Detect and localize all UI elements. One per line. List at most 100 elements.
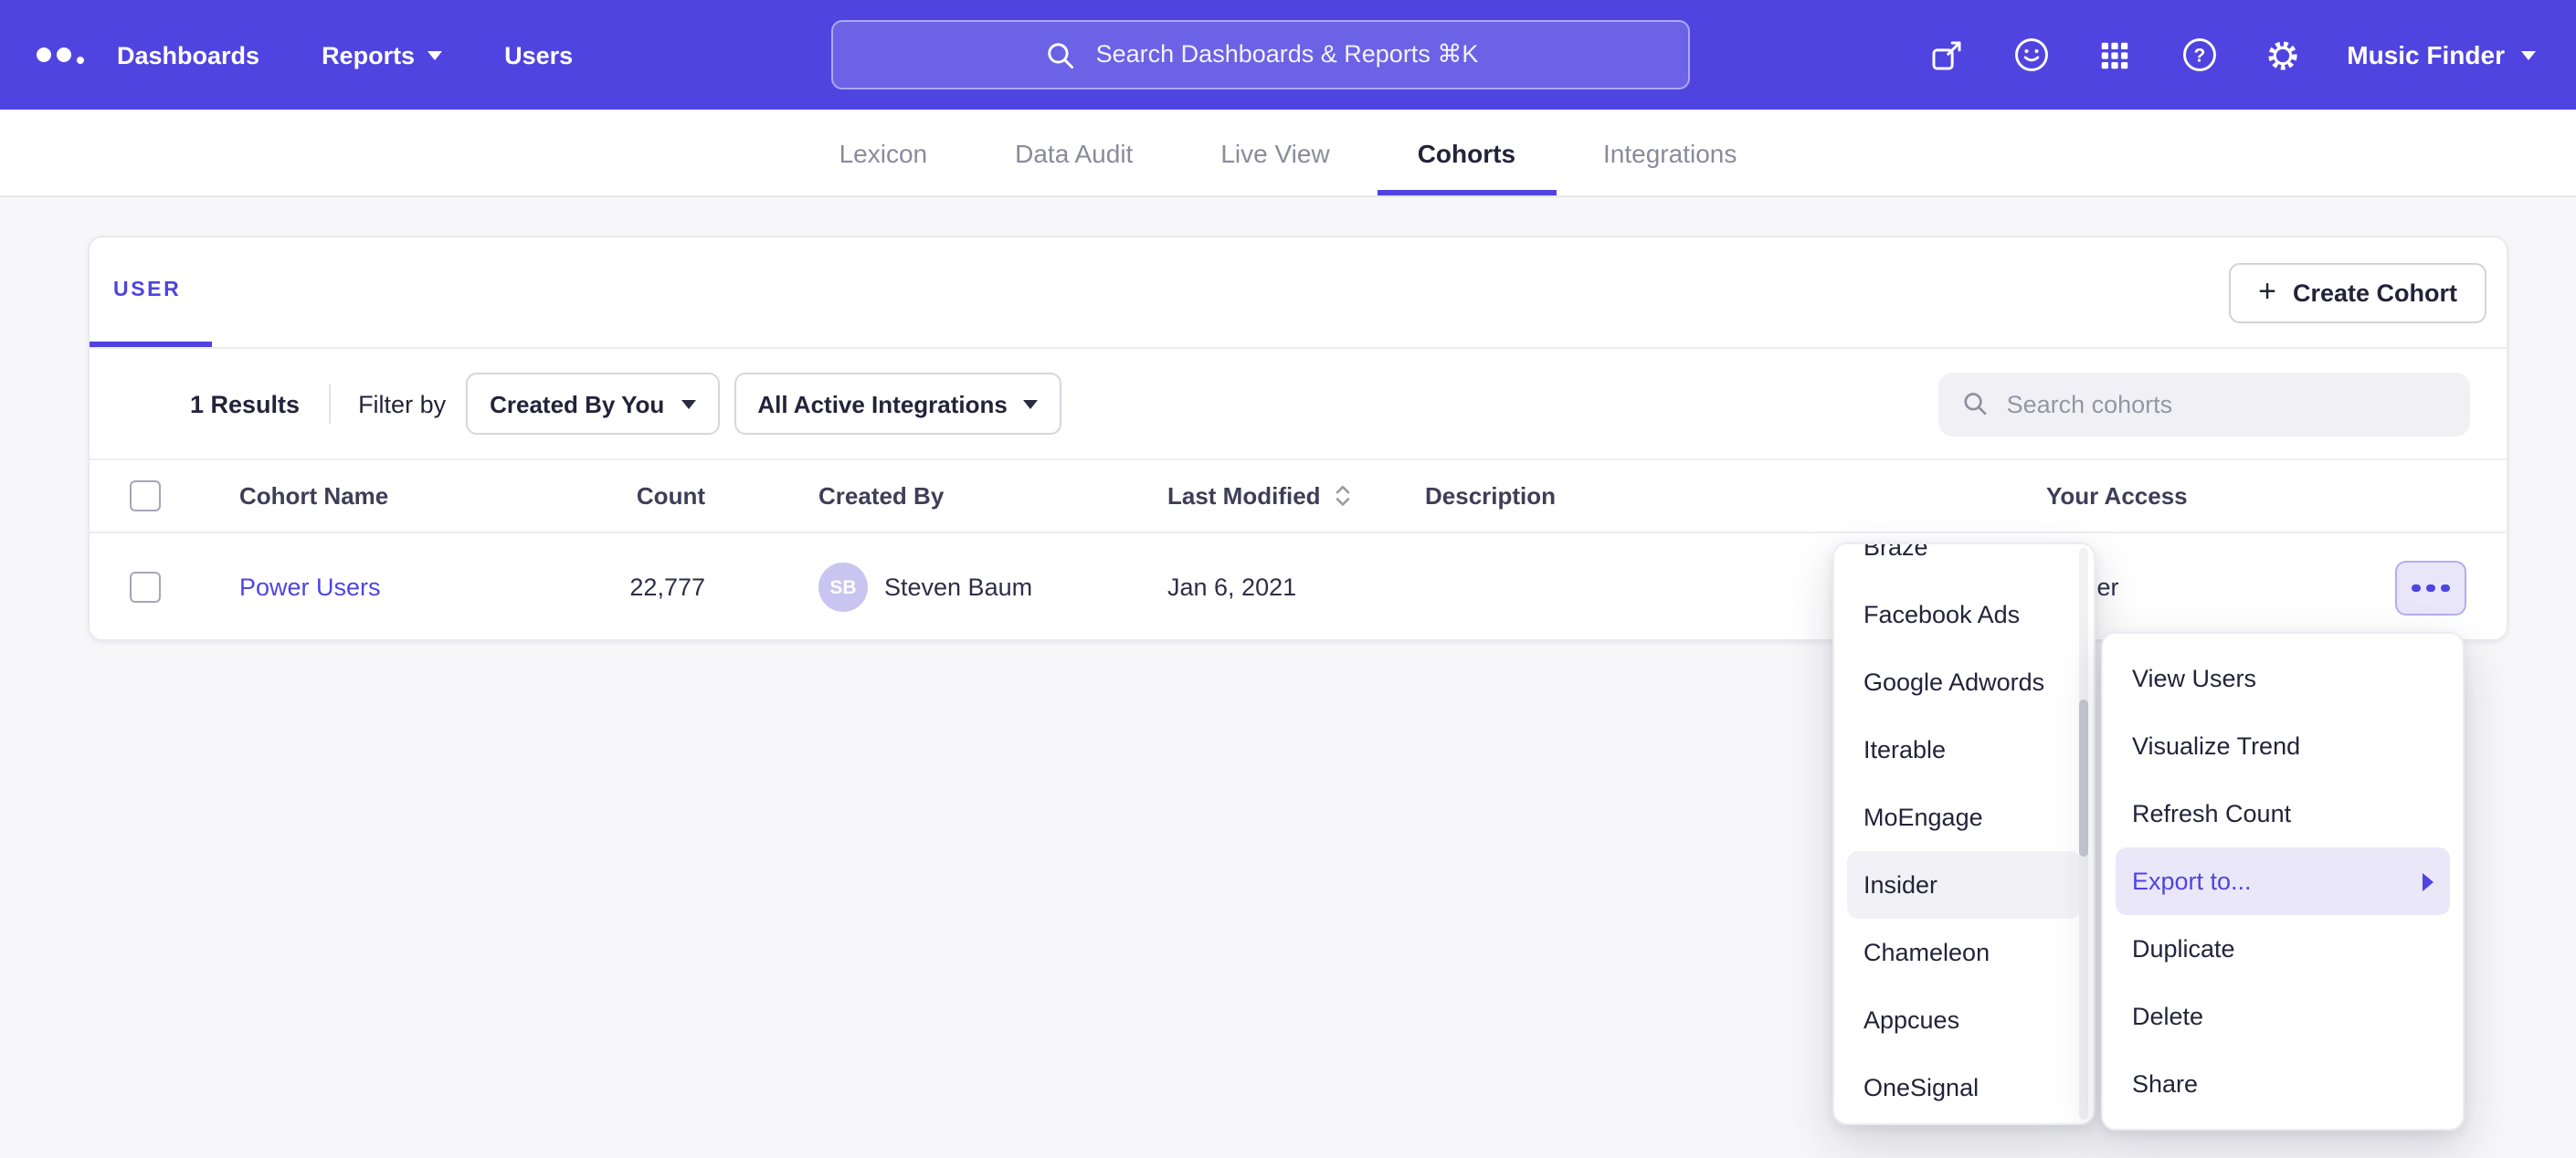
avatar: SB bbox=[818, 563, 868, 612]
nav-item-reports[interactable]: Reports bbox=[322, 41, 442, 68]
menu-item-label: Delete bbox=[2132, 1003, 2203, 1030]
column-header-description: Description bbox=[1425, 460, 1556, 532]
menu-item-delete[interactable]: Delete bbox=[2116, 983, 2450, 1050]
menu-item-iterable[interactable]: Iterable bbox=[1847, 716, 2081, 784]
column-header-count: Count bbox=[510, 460, 705, 532]
menu-item-label: View Users bbox=[2132, 665, 2256, 692]
app-root: Dashboards Reports Users Search Dashboar… bbox=[0, 0, 2576, 1158]
account-name: Music Finder bbox=[2347, 40, 2505, 69]
submenu-scrollbar-track[interactable] bbox=[2079, 548, 2088, 1120]
menu-item-view-users[interactable]: View Users bbox=[2116, 645, 2450, 712]
cohorts-card: USER + Create Cohort 1 Results Filter by… bbox=[88, 236, 2508, 641]
export-data-icon[interactable] bbox=[1927, 35, 1967, 75]
global-search-placeholder: Search Dashboards & Reports ⌘K bbox=[1096, 40, 1479, 69]
created-by-name: Steven Baum bbox=[884, 574, 1032, 601]
menu-item-facebook-ads[interactable]: Facebook Ads bbox=[1847, 581, 2081, 648]
submenu-scrollbar-thumb[interactable] bbox=[2079, 700, 2088, 857]
menu-item-label: Facebook Ads bbox=[1863, 601, 2020, 628]
nav-item-label: Dashboards bbox=[117, 41, 259, 68]
create-cohort-label: Create Cohort bbox=[2293, 279, 2457, 307]
menu-item-label: Share bbox=[2132, 1070, 2198, 1098]
tab-lexicon[interactable]: Lexicon bbox=[836, 110, 932, 195]
menu-item-visualize-trend[interactable]: Visualize Trend bbox=[2116, 712, 2450, 780]
dropdown-label: All Active Integrations bbox=[757, 390, 1008, 417]
section-tabs: Lexicon Data Audit Live View Cohorts Int… bbox=[0, 110, 2576, 197]
integrations-filter-dropdown[interactable]: All Active Integrations bbox=[734, 373, 1062, 435]
tab-label: USER bbox=[113, 279, 181, 300]
menu-item-moengage[interactable]: MoEngage bbox=[1847, 784, 2081, 851]
sort-icon[interactable] bbox=[1332, 482, 1354, 510]
chevron-down-icon bbox=[428, 50, 442, 59]
cohort-name-link[interactable]: Power Users bbox=[239, 574, 381, 601]
nav-item-label: Users bbox=[504, 41, 573, 68]
search-icon bbox=[1960, 387, 1990, 420]
chevron-down-icon bbox=[681, 399, 695, 408]
tab-label: Integrations bbox=[1603, 138, 1737, 167]
menu-item-export-to[interactable]: Export to... bbox=[2116, 847, 2450, 915]
menu-item-label: Iterable bbox=[1863, 736, 1946, 763]
export-to-submenu: Braze Facebook Ads Google Adwords Iterab… bbox=[1832, 542, 2096, 1125]
tab-live-view[interactable]: Live View bbox=[1217, 110, 1333, 195]
menu-item-label: Duplicate bbox=[2132, 935, 2235, 963]
search-icon bbox=[1043, 37, 1078, 72]
last-modified-date: Jan 6, 2021 bbox=[1167, 533, 1296, 641]
settings-icon[interactable] bbox=[2263, 35, 2303, 75]
menu-item-label: Refresh Count bbox=[2132, 800, 2291, 827]
svg-text:?: ? bbox=[2193, 46, 2205, 67]
chevron-down-icon bbox=[1024, 399, 1039, 408]
dropdown-label: Created By You bbox=[490, 390, 664, 417]
created-by-filter-dropdown[interactable]: Created By You bbox=[466, 373, 719, 435]
tab-user-cohorts[interactable]: USER bbox=[90, 237, 212, 347]
menu-item-label: Google Adwords bbox=[1863, 668, 2044, 696]
menu-item-label: Appcues bbox=[1863, 1006, 1959, 1034]
menu-item-label: MoEngage bbox=[1863, 804, 1983, 831]
apps-grid-icon[interactable] bbox=[2095, 35, 2135, 75]
tab-label: Cohorts bbox=[1418, 138, 1515, 167]
nav-item-label: Reports bbox=[322, 41, 415, 68]
cohort-count: 22,777 bbox=[510, 533, 705, 641]
tab-label: Lexicon bbox=[839, 138, 928, 167]
top-right-controls: ? Music Finder bbox=[1927, 35, 2536, 75]
menu-item-label: Chameleon bbox=[1863, 939, 1990, 966]
tab-data-audit[interactable]: Data Audit bbox=[1011, 110, 1136, 195]
column-header-your-access: Your Access bbox=[2046, 460, 2188, 532]
menu-item-google-adwords[interactable]: Google Adwords bbox=[1847, 648, 2081, 716]
select-all-checkbox[interactable] bbox=[130, 480, 161, 511]
column-header-last-modified: Last Modified bbox=[1167, 482, 1321, 510]
help-icon[interactable]: ? bbox=[2179, 35, 2219, 75]
menu-item-duplicate[interactable]: Duplicate bbox=[2116, 915, 2450, 983]
results-count: 1 Results bbox=[190, 390, 300, 417]
menu-item-label: Visualize Trend bbox=[2132, 732, 2300, 760]
menu-item-insider[interactable]: Insider bbox=[1847, 851, 2081, 919]
table-row: Power Users 22,777 SB Steven Baum Jan 6,… bbox=[90, 533, 2507, 641]
plus-icon: + bbox=[2258, 273, 2276, 310]
nav-item-users[interactable]: Users bbox=[504, 41, 573, 68]
export-to-submenu-list: Braze Facebook Ads Google Adwords Iterab… bbox=[1834, 542, 2094, 1121]
row-checkbox[interactable] bbox=[130, 572, 161, 603]
tab-label: Data Audit bbox=[1015, 138, 1133, 167]
cohort-search-field[interactable] bbox=[1938, 372, 2470, 436]
global-search[interactable]: Search Dashboards & Reports ⌘K bbox=[831, 20, 1690, 89]
tab-label: Live View bbox=[1220, 138, 1329, 167]
tab-integrations[interactable]: Integrations bbox=[1599, 110, 1740, 195]
account-menu[interactable]: Music Finder bbox=[2347, 40, 2536, 69]
row-actions-button[interactable] bbox=[2395, 561, 2466, 616]
menu-item-appcues[interactable]: Appcues bbox=[1847, 986, 2081, 1054]
brand-logo-dots-icon[interactable] bbox=[37, 33, 91, 77]
menu-item-onesignal[interactable]: OneSignal bbox=[1847, 1054, 2081, 1121]
table-header-row: Cohort Name Count Created By Last Modifi… bbox=[90, 458, 2507, 533]
nav-item-dashboards[interactable]: Dashboards bbox=[117, 41, 259, 68]
menu-item-share[interactable]: Share bbox=[2116, 1050, 2450, 1118]
menu-item-braze[interactable]: Braze bbox=[1847, 542, 2081, 581]
tab-cohorts[interactable]: Cohorts bbox=[1414, 110, 1519, 195]
cohorts-card-header: USER + Create Cohort bbox=[90, 237, 2507, 349]
feedback-icon[interactable] bbox=[2011, 35, 2051, 75]
create-cohort-button[interactable]: + Create Cohort bbox=[2229, 263, 2486, 323]
cohort-search-input[interactable] bbox=[2007, 390, 2448, 417]
row-context-menu: View Users Visualize Trend Refresh Count… bbox=[2101, 632, 2465, 1131]
top-nav-bar: Dashboards Reports Users Search Dashboar… bbox=[0, 0, 2576, 110]
menu-item-label: OneSignal bbox=[1863, 1074, 1979, 1101]
menu-item-refresh-count[interactable]: Refresh Count bbox=[2116, 780, 2450, 847]
column-header-created-by: Created By bbox=[818, 460, 944, 532]
menu-item-chameleon[interactable]: Chameleon bbox=[1847, 919, 2081, 986]
